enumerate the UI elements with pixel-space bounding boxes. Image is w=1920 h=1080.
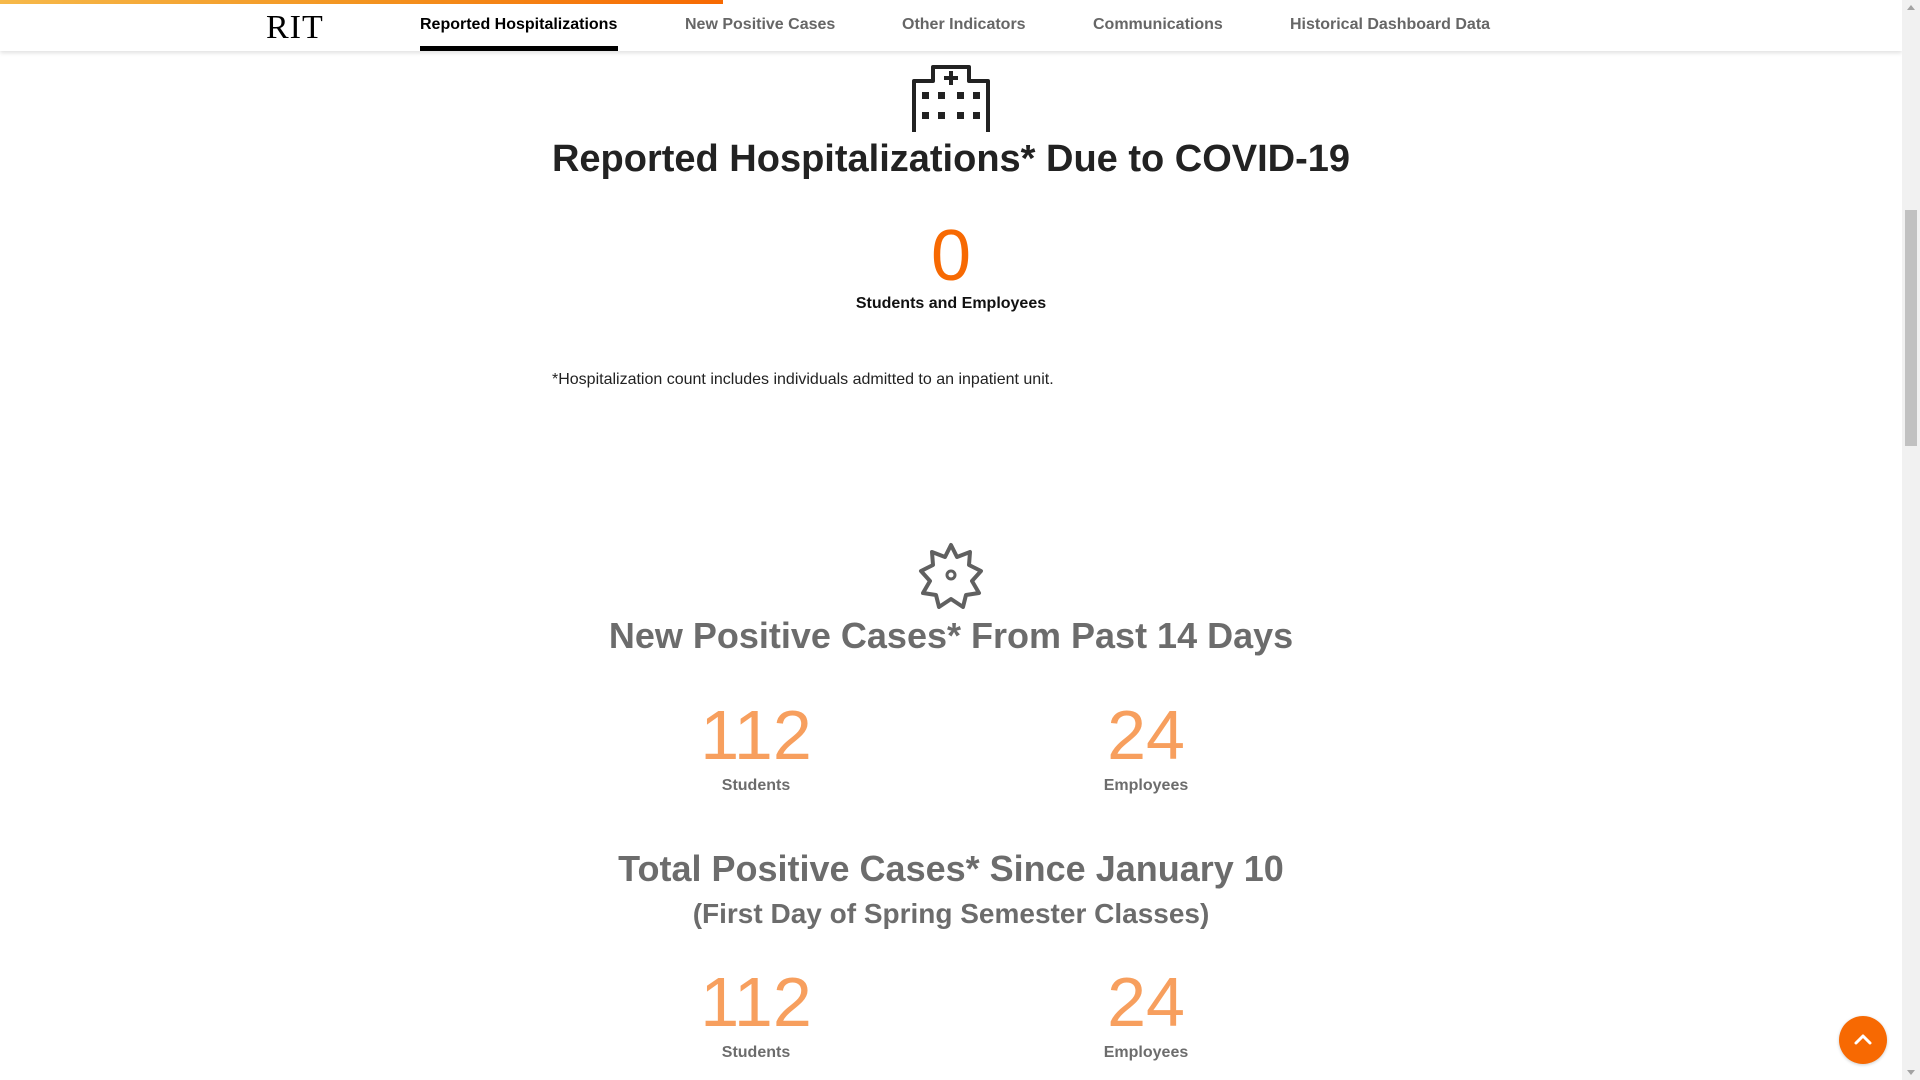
hospital-icon: [912, 65, 990, 132]
nav-link-historical-dashboard-data[interactable]: Historical Dashboard Data: [1290, 15, 1490, 35]
scroll-progress-bar: [0, 0, 723, 4]
total-cases-students-count: 112: [700, 963, 812, 1041]
top-navigation: RIT Reported Hospitalizations New Positi…: [0, 0, 1902, 51]
total-cases-employees-label: Employees: [1103, 1044, 1189, 1061]
new-cases-title: New Positive Cases* From Past 14 Days: [608, 615, 1294, 656]
scroll-up-arrow[interactable]: [1907, 5, 1915, 10]
new-cases-students-label: Students: [721, 777, 791, 794]
nav-link-reported-hospitalizations[interactable]: Reported Hospitalizations: [420, 15, 617, 35]
hospitalizations-footnote: *Hospitalization count includes individu…: [552, 371, 1054, 388]
chevron-up-icon: [1854, 1034, 1872, 1045]
total-cases-title: Total Positive Cases* Since January 10: [618, 848, 1284, 889]
scrollbar-thumb[interactable]: [1905, 210, 1917, 446]
total-cases-subtitle: (First Day of Spring Semester Classes): [692, 898, 1210, 929]
scroll-down-arrow[interactable]: [1907, 1070, 1915, 1075]
page-viewport: RIT Reported Hospitalizations New Positi…: [0, 0, 1902, 1080]
total-cases-students-label: Students: [721, 1044, 791, 1061]
virus-icon: [919, 543, 983, 609]
total-cases-employees-count: 24: [1107, 963, 1185, 1041]
new-cases-employees-count: 24: [1107, 696, 1185, 774]
new-cases-employees-label: Employees: [1103, 777, 1189, 794]
nav-link-other-indicators[interactable]: Other Indicators: [902, 15, 1026, 35]
new-cases-students-count: 112: [700, 696, 812, 774]
back-to-top-button[interactable]: [1839, 1016, 1887, 1064]
hospitalizations-count: 0: [930, 216, 972, 296]
rit-logo[interactable]: RIT: [266, 9, 324, 47]
active-tab-indicator: [420, 46, 618, 51]
nav-link-communications[interactable]: Communications: [1093, 15, 1223, 35]
hospitalizations-count-label: Students and Employees: [855, 295, 1047, 312]
hospitalizations-title: Reported Hospitalizations* Due to COVID-…: [551, 138, 1351, 180]
vertical-scrollbar[interactable]: [1902, 0, 1920, 1080]
nav-link-new-positive-cases[interactable]: New Positive Cases: [685, 15, 835, 35]
